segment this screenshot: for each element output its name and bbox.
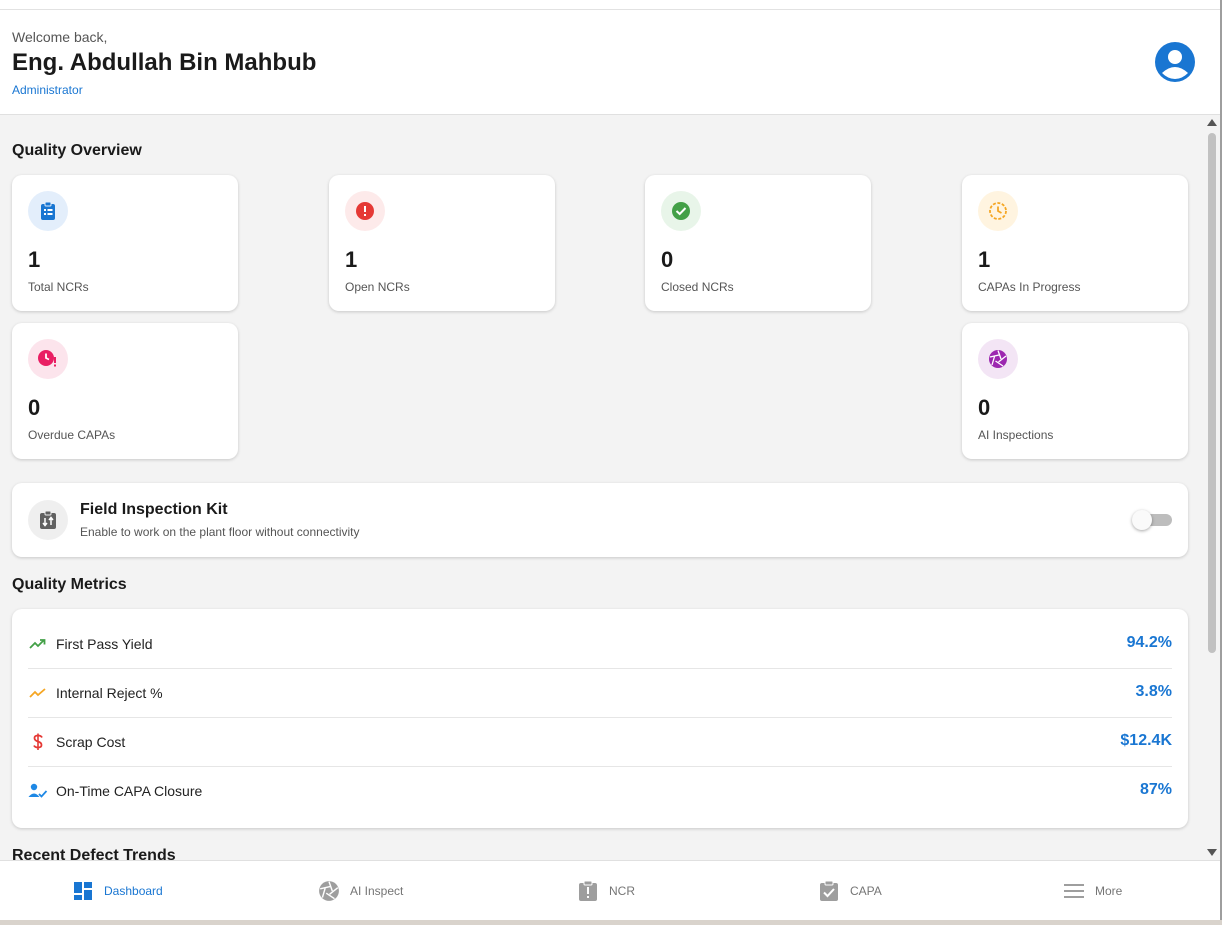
card-value: 1 — [345, 247, 358, 272]
metric-value: 94.2% — [1126, 634, 1172, 651]
toggle-thumb — [1132, 510, 1152, 530]
nav-more[interactable]: More — [1063, 861, 1122, 921]
metric-row-scrap-cost: Scrap Cost $12.4K — [28, 718, 1172, 767]
trending-up-icon — [28, 634, 48, 654]
open-ncrs-card[interactable]: 1 Open NCRs — [329, 175, 555, 311]
metric-value: $12.4K — [1120, 732, 1172, 749]
account-icon — [1162, 50, 1188, 79]
check-circle-icon — [661, 191, 701, 231]
card-label: Closed NCRs — [661, 280, 734, 294]
offline-kit-icon — [28, 500, 68, 540]
avatar[interactable] — [1155, 42, 1195, 82]
aperture-icon — [978, 339, 1018, 379]
quality-overview-title: Quality Overview — [12, 142, 142, 159]
scroll-up-arrow-icon[interactable] — [1207, 119, 1217, 126]
nav-label: CAPA — [850, 884, 882, 898]
clipboard-list-icon — [28, 191, 68, 231]
bottom-navigation: Dashboard AI Inspect NCR CAPA More — [0, 860, 1220, 920]
metric-label: On-Time CAPA Closure — [56, 783, 203, 799]
ai-inspections-card[interactable]: 0 AI Inspections — [962, 323, 1188, 459]
clipboard-check-icon — [818, 880, 840, 902]
nav-label: Dashboard — [104, 884, 163, 898]
card-value: 1 — [978, 247, 991, 272]
card-label: Overdue CAPAs — [28, 428, 116, 442]
metric-value: 87% — [1139, 781, 1172, 798]
alert-circle-icon — [345, 191, 385, 231]
total-ncrs-card[interactable]: 1 Total NCRs — [12, 175, 238, 311]
trending-up-icon — [28, 683, 48, 703]
aperture-icon — [318, 880, 340, 902]
metric-row-internal-reject: Internal Reject % 3.8% — [28, 669, 1172, 718]
card-value: 0 — [28, 395, 41, 420]
nav-ncr[interactable]: NCR — [577, 861, 635, 921]
card-value: 0 — [661, 247, 674, 272]
field-inspection-kit-card: Field Inspection Kit Enable to work on t… — [12, 483, 1188, 557]
clock-progress-icon — [978, 191, 1018, 231]
field-kit-toggle[interactable] — [1132, 510, 1172, 530]
window-bottom-edge — [0, 920, 1222, 925]
dashboard-content[interactable]: Quality Overview 1 Total NCRs 1 Open NCR… — [0, 115, 1204, 860]
app-header: Welcome back, Eng. Abdullah Bin Mahbub A… — [0, 10, 1220, 115]
metric-label: First Pass Yield — [56, 636, 153, 652]
metric-label: Internal Reject % — [56, 685, 163, 701]
nav-label: More — [1095, 884, 1123, 898]
card-value: 0 — [978, 395, 991, 420]
dashboard-icon — [72, 880, 94, 902]
card-label: CAPAs In Progress — [978, 280, 1081, 294]
vertical-scrollbar[interactable] — [1204, 115, 1220, 860]
overdue-capas-card[interactable]: 0 Overdue CAPAs — [12, 323, 238, 459]
window-top-strip — [0, 0, 1220, 10]
nav-label: AI Inspect — [350, 884, 404, 898]
report-alert-icon — [577, 880, 599, 902]
metric-row-on-time-capa: On-Time CAPA Closure 87% — [28, 767, 1172, 816]
capas-in-progress-card[interactable]: 1 CAPAs In Progress — [962, 175, 1188, 311]
menu-icon — [1063, 880, 1085, 902]
nav-ai-inspect[interactable]: AI Inspect — [318, 861, 403, 921]
field-kit-title: Field Inspection Kit — [80, 501, 228, 518]
card-value: 1 — [28, 247, 41, 272]
scrollbar-thumb[interactable] — [1208, 133, 1216, 653]
nav-capa[interactable]: CAPA — [818, 861, 882, 921]
scroll-down-arrow-icon[interactable] — [1207, 849, 1217, 856]
card-label: AI Inspections — [978, 428, 1054, 442]
metric-label: Scrap Cost — [56, 734, 126, 750]
nav-dashboard[interactable]: Dashboard — [72, 861, 163, 921]
card-label: Open NCRs — [345, 280, 410, 294]
recent-defect-trends-title: Recent Defect Trends — [12, 847, 176, 860]
welcome-text: Welcome back, — [12, 29, 108, 45]
card-label: Total NCRs — [28, 280, 89, 294]
user-name: Eng. Abdullah Bin Mahbub — [12, 49, 317, 76]
quality-metrics-card: First Pass Yield 94.2% Internal Reject %… — [12, 609, 1188, 828]
metric-row-first-pass-yield: First Pass Yield 94.2% — [28, 620, 1172, 669]
clock-alert-icon — [28, 339, 68, 379]
closed-ncrs-card[interactable]: 0 Closed NCRs — [645, 175, 871, 311]
user-role: Administrator — [12, 83, 83, 97]
metric-value: 3.8% — [1135, 683, 1172, 700]
dollar-icon — [28, 732, 48, 752]
user-check-icon — [28, 781, 48, 801]
nav-label: NCR — [609, 884, 635, 898]
field-kit-subtitle: Enable to work on the plant floor withou… — [80, 525, 360, 539]
quality-metrics-title: Quality Metrics — [12, 576, 127, 593]
